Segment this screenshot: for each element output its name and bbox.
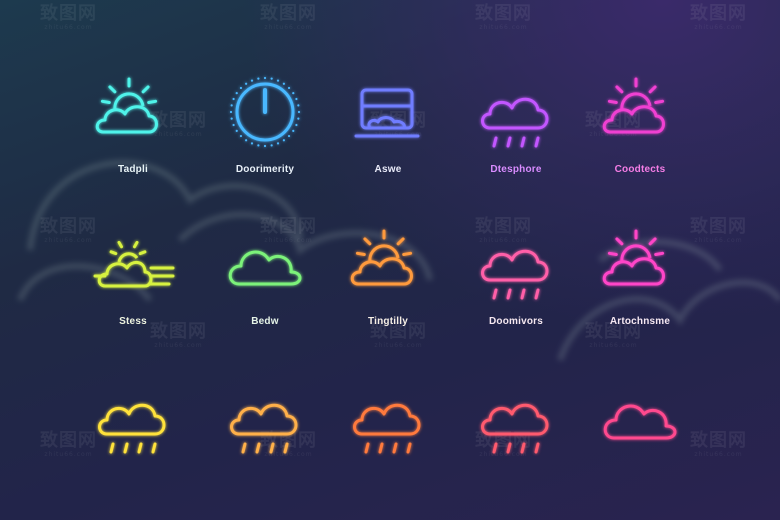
windy-sun-cloud-icon — [93, 240, 175, 288]
sun-cloud-icon — [95, 77, 158, 134]
sun-cloud-icon — [602, 77, 665, 134]
weather-icon-tile: Artochnsme — [565, 228, 715, 358]
clock-dial-icon — [229, 76, 301, 148]
weather-icon-tile: Coodtects — [565, 76, 715, 206]
monitor-cloud-icon — [354, 88, 420, 138]
icon-label: Stess — [119, 316, 147, 327]
cloud-rain-icon — [353, 403, 421, 454]
cloud-rain-icon — [98, 403, 166, 454]
sun-cloud-icon — [602, 229, 665, 286]
icon-label: Tadpli — [118, 164, 148, 175]
cloud-rain-icon — [481, 97, 549, 148]
weather-icon-tile — [565, 382, 715, 512]
weather-icon-tile: Tadpli — [58, 76, 208, 206]
cloud-icon — [228, 250, 302, 286]
cloud-icon — [603, 404, 677, 440]
cloud-rain-icon — [230, 403, 298, 454]
weather-icon-tile — [58, 382, 208, 512]
sun-cloud-icon — [350, 229, 413, 286]
icon-label: Artochnsme — [609, 316, 671, 327]
weather-icon-grid: Tadpli Doorimerity Aswe Dtesphore Coodtects S… — [0, 0, 780, 520]
icon-label: Coodtects — [614, 164, 666, 175]
cloud-rain-icon — [481, 249, 549, 300]
weather-icon-tile: Stess — [58, 228, 208, 358]
cloud-rain-icon — [481, 403, 549, 454]
